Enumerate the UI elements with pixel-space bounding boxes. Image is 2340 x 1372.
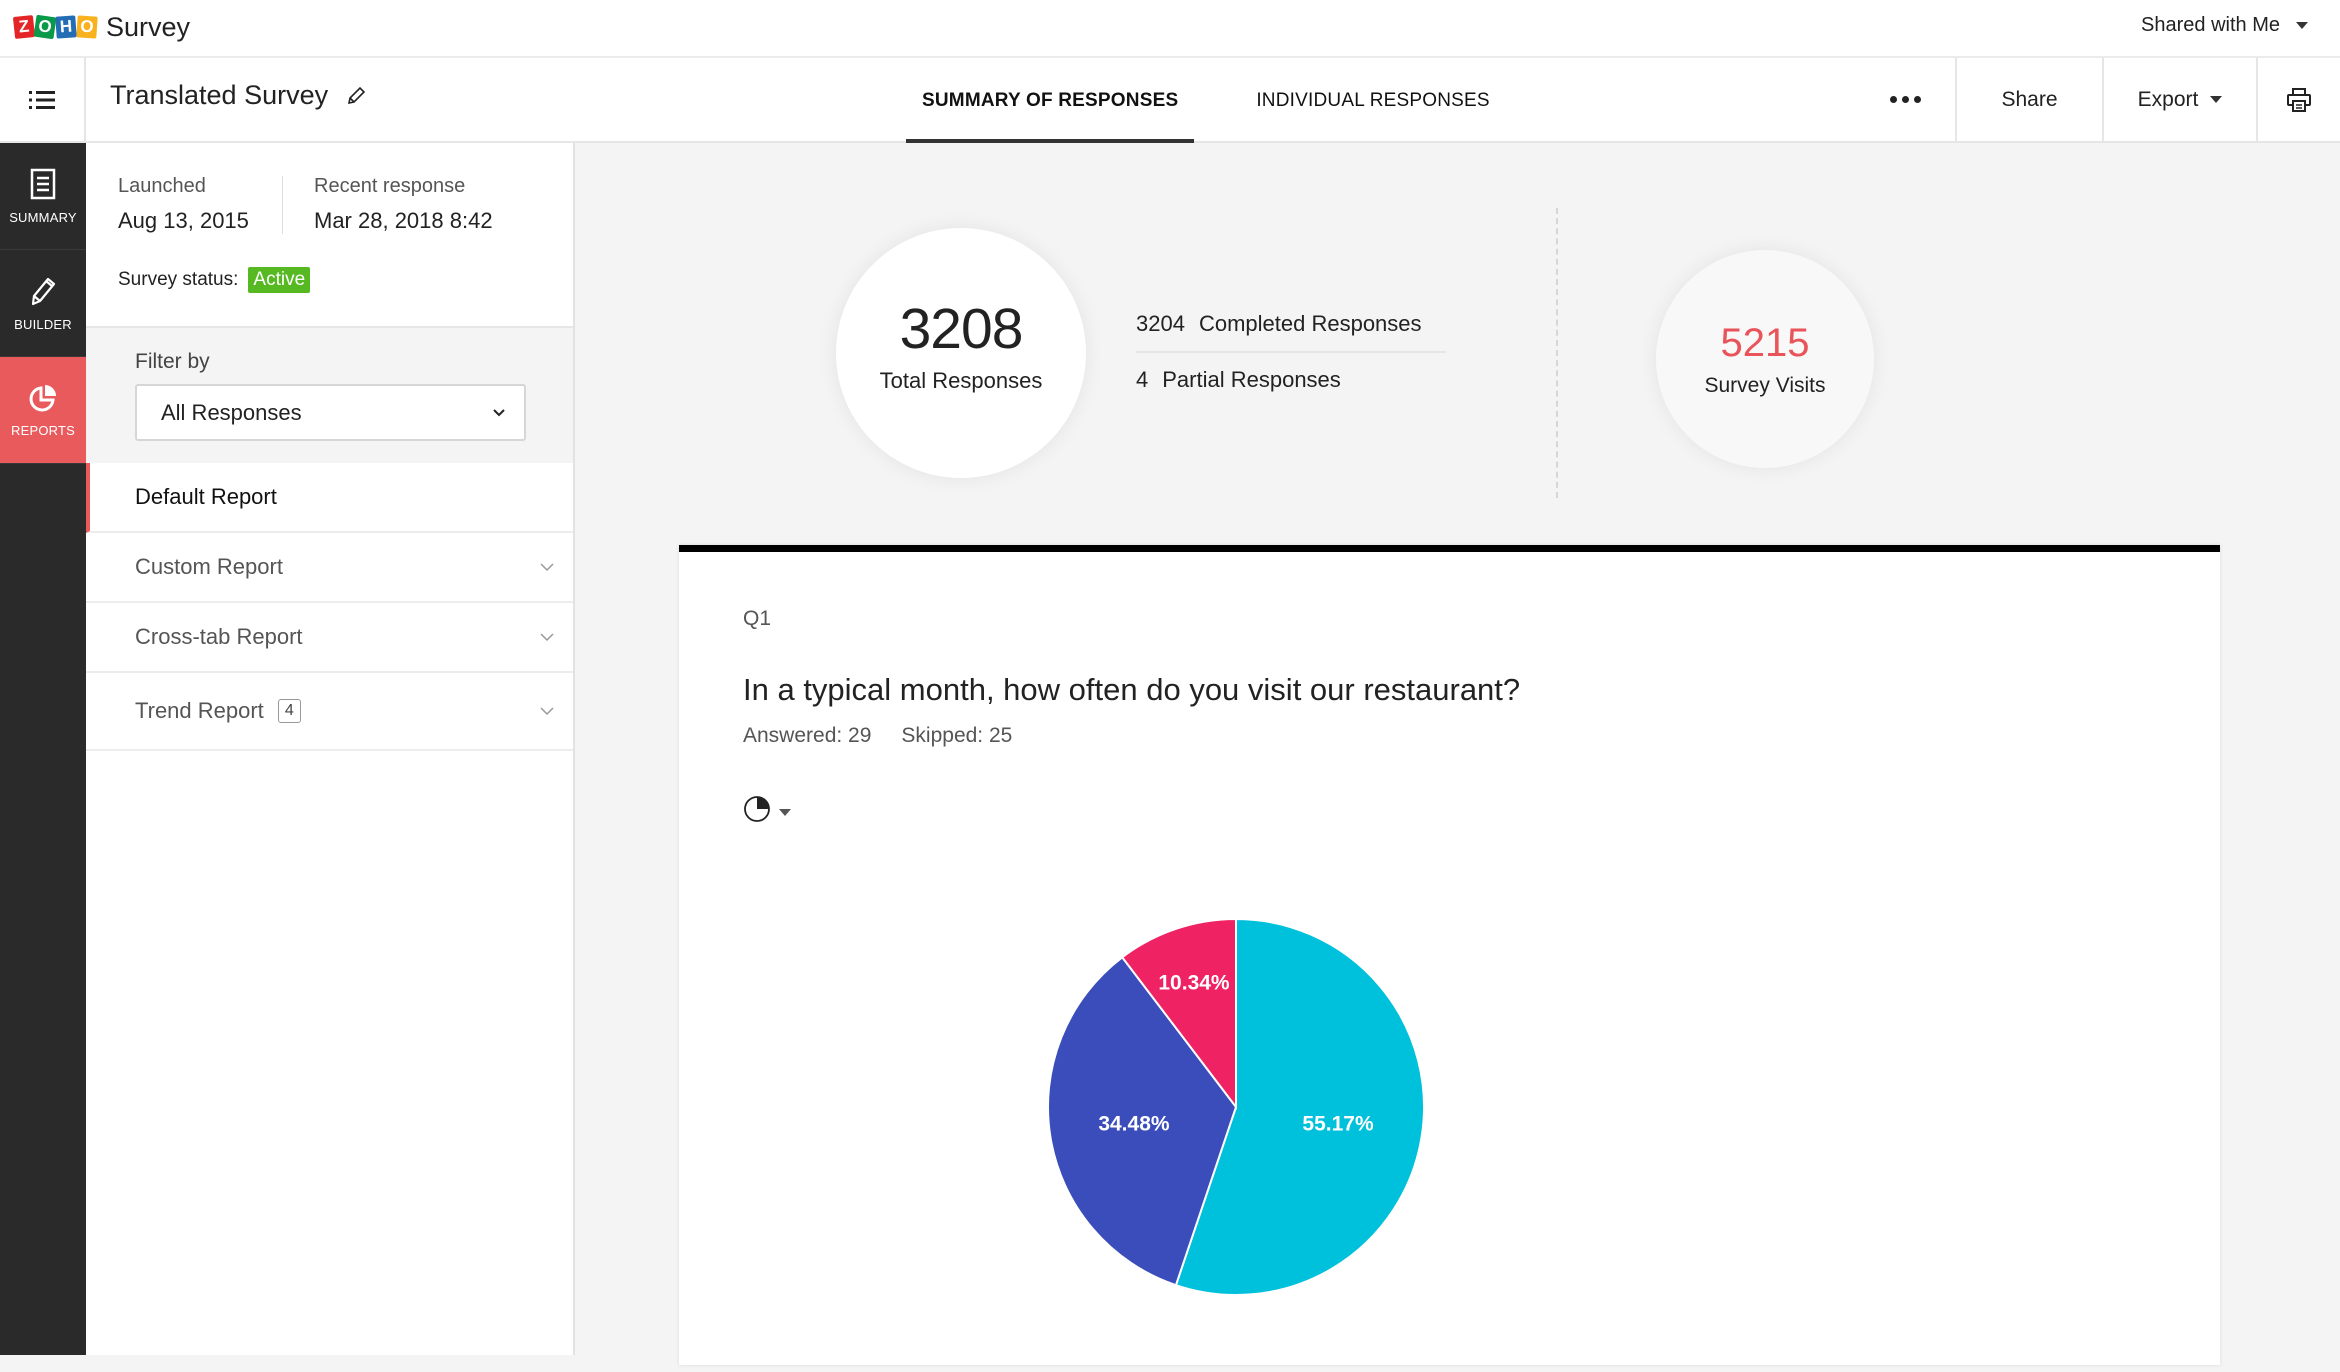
chevron-down-icon [493,408,505,416]
nav-builder[interactable]: BUILDER [0,250,86,357]
skipped-count: Skipped: 25 [901,724,1013,747]
completed-responses-value: 3204 [1136,311,1185,336]
header-actions: Share Export [1855,58,2340,141]
question-text: In a typical month, how often do you vis… [743,672,1521,707]
survey-visits-value: 5215 [1720,320,1810,365]
brand-name: Survey [106,11,191,42]
launched-block: Launched Aug 13, 2015 [118,175,249,234]
more-dots-icon [1889,96,1921,103]
partial-responses-value: 4 [1136,367,1149,392]
printer-icon [2287,87,2311,112]
launched-date: Aug 13, 2015 [118,208,249,233]
total-responses-value: 3208 [899,297,1024,361]
nav-summary[interactable]: SUMMARY [0,143,86,250]
filter-section: Filter by All Responses [86,328,573,463]
total-responses-label: Total Responses [879,368,1043,393]
zoho-survey-logo[interactable]: Z O H O Survey [12,11,191,42]
survey-header: Translated Survey SUMMARY OF RESPONSES I… [0,58,2340,143]
nav-reports[interactable]: REPORTS [0,357,86,464]
survey-status: Survey status: Active [118,267,311,293]
filter-select[interactable]: All Responses [135,384,526,441]
shared-with-me-dropdown[interactable]: Shared with Me [2141,14,2308,37]
tab-summary-of-responses[interactable]: SUMMARY OF RESPONSES [906,58,1195,143]
caret-down-icon [2296,22,2308,29]
survey-info: Launched Aug 13, 2015 Recent response Ma… [86,143,573,328]
shared-with-me-label: Shared with Me [2141,14,2280,36]
export-button[interactable]: Export [2102,58,2256,141]
nav-builder-label: BUILDER [14,316,72,332]
pie-chart-type-icon [744,796,770,822]
pie-chart-icon [29,384,56,411]
logo-tile: H [55,15,77,39]
more-options-button[interactable] [1855,58,1955,141]
report-item-default[interactable]: Default Report [86,463,573,533]
menu-button[interactable] [0,58,86,141]
summary-main: 3208 Total Responses 3204 Completed Resp… [577,145,2340,1365]
report-item-cross-tab[interactable]: Cross-tab Report [86,603,573,673]
pie-slice-label: 10.34% [1158,971,1230,994]
report-item-trend[interactable]: Trend Report 4 [86,673,573,751]
logo-tile: Z [12,15,36,39]
caret-down-icon [2210,96,2223,103]
recent-response-block: Recent response Mar 28, 2018 8:42 [314,175,493,234]
document-icon [30,168,56,199]
pie-slice-label: 34.48% [1098,1113,1170,1136]
recent-response-date: Mar 28, 2018 8:42 [314,208,493,233]
status-badge: Active [248,267,311,293]
nav-summary-label: SUMMARY [9,209,77,225]
launched-label: Launched [118,175,206,197]
completed-responses-label: Completed Responses [1198,311,1422,336]
trend-count-badge: 4 [277,699,301,723]
report-list: Default Report Custom Report Cross-tab R… [86,463,573,751]
edit-pencil-icon[interactable] [346,86,366,106]
report-item-custom[interactable]: Custom Report [86,533,573,603]
chevron-down-icon[interactable] [539,706,555,716]
share-button[interactable]: Share [1955,58,2102,141]
reports-panel: Launched Aug 13, 2015 Recent response Ma… [86,143,575,1355]
partial-responses-label: Partial Responses [1162,367,1341,392]
pie-slice-label: 55.17% [1302,1113,1374,1136]
total-responses-circle: 3208 Total Responses [836,228,1086,478]
nav-reports-label: REPORTS [10,422,75,438]
stats-divider [1556,208,1558,498]
question-meta: Answered: 29 Skipped: 25 [743,724,1012,748]
report-item-label: Cross-tab Report [135,624,303,649]
response-breakdown: 3204 Completed Responses 4 Partial Respo… [1136,311,1446,393]
filter-label: Filter by [135,350,210,373]
survey-status-label: Survey status: [118,269,239,290]
filter-select-value: All Responses [161,399,302,425]
report-item-label: Custom Report [135,554,283,579]
pencil-icon [31,277,56,305]
top-bar: Z O H O Survey Shared with Me [0,0,2340,58]
export-label: Export [2137,87,2199,111]
question-card: Q1 In a typical month, how often do you … [679,545,2220,1365]
survey-visits-circle: 5215 Survey Visits [1656,250,1874,468]
chevron-down-icon[interactable] [539,562,555,572]
answered-count: Answered: 29 [743,724,872,747]
partial-responses-row: 4 Partial Responses [1136,353,1446,393]
caret-down-icon [779,808,791,816]
logo-tile: O [76,15,98,39]
tab-individual-responses[interactable]: INDIVIDUAL RESPONSES [1240,58,1505,143]
survey-visits-label: Survey Visits [1704,373,1826,397]
report-item-label: Trend Report [135,698,264,723]
survey-title: Translated Survey [110,80,366,111]
list-menu-icon [29,90,55,109]
print-button[interactable] [2256,58,2340,141]
info-divider [282,176,283,234]
question-number: Q1 [743,607,772,630]
chart-type-selector[interactable] [743,795,791,823]
survey-title-text: Translated Survey [110,80,329,110]
report-item-label: Default Report [135,484,277,509]
logo-tile: O [33,14,57,40]
chevron-down-icon[interactable] [539,632,555,642]
completed-responses-row: 3204 Completed Responses [1136,311,1446,353]
report-item-label-wrap: Trend Report 4 [135,698,301,724]
left-nav: SUMMARY BUILDER REPORTS [0,143,86,1355]
recent-response-label: Recent response [314,175,466,197]
tab-bar: SUMMARY OF RESPONSES INDIVIDUAL RESPONSE… [906,58,1506,143]
